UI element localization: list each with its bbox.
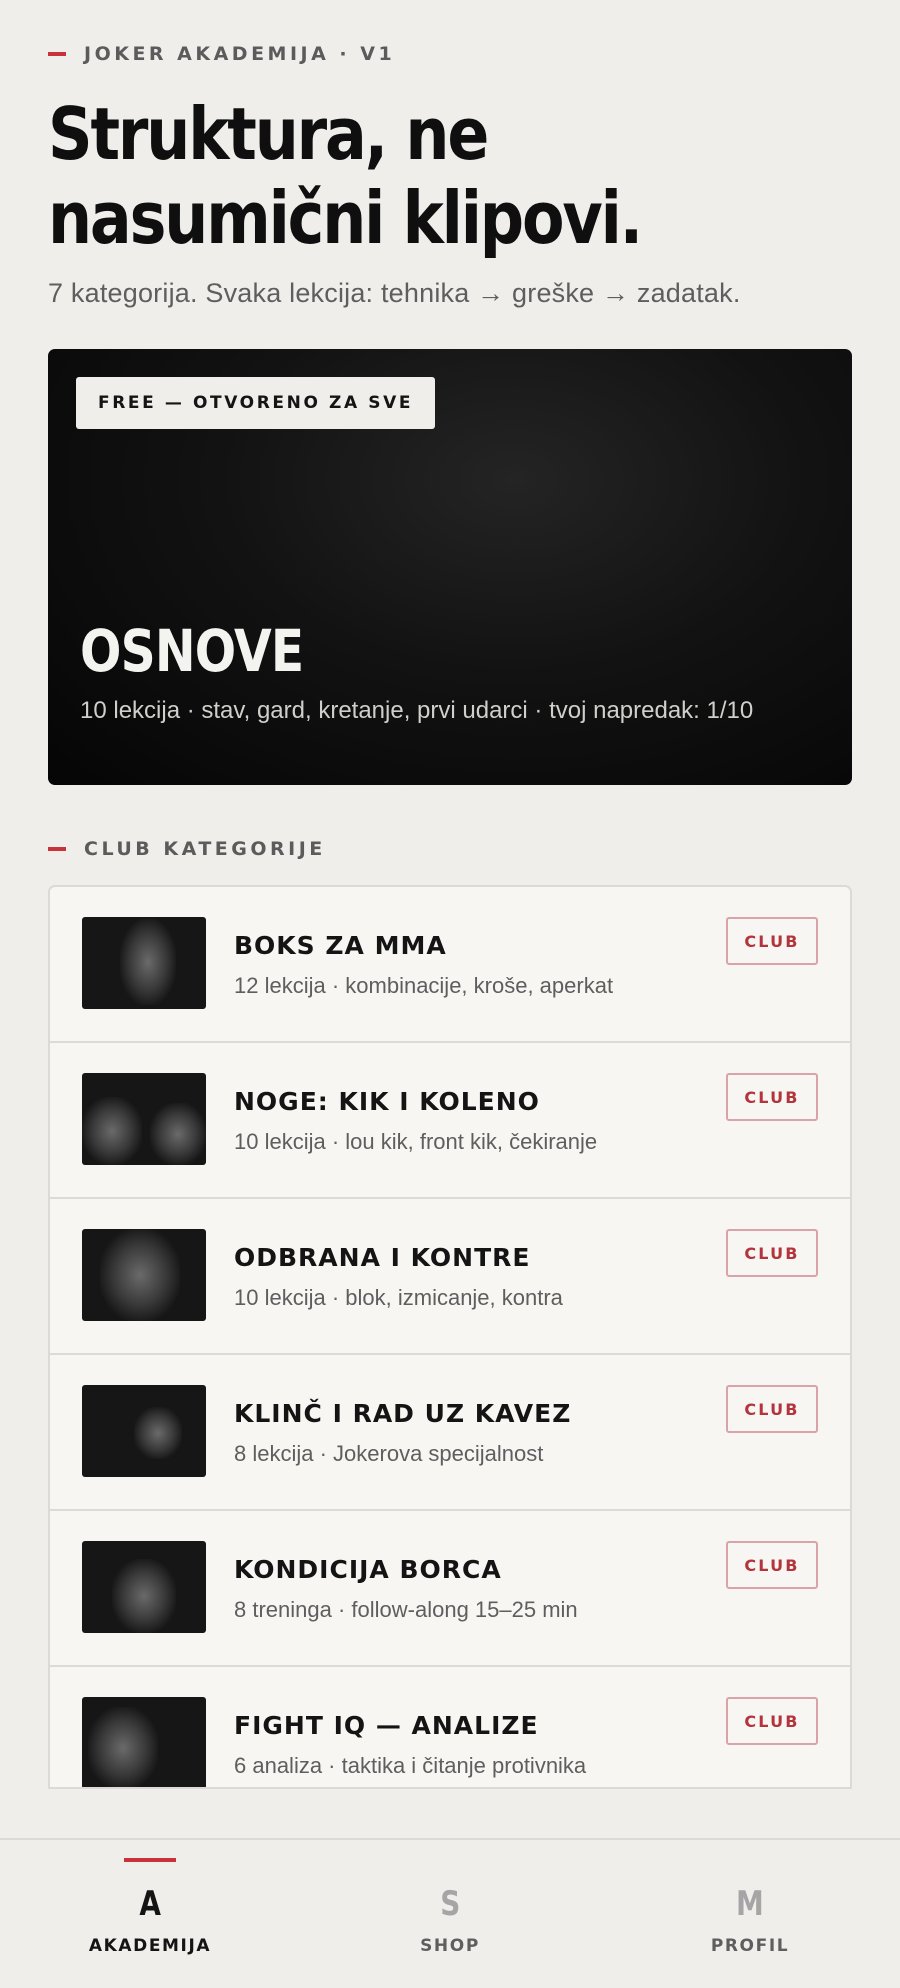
- category-row[interactable]: FIGHT IQ — ANALIZE 6 analiza · taktika i…: [50, 1667, 850, 1787]
- nav-tab-shop[interactable]: S SHOP: [300, 1840, 600, 1988]
- accent-dash: [48, 847, 66, 851]
- club-badge[interactable]: CLUB: [726, 917, 818, 965]
- shop-icon: S: [439, 1884, 461, 1924]
- category-thumbnail: [82, 1697, 206, 1787]
- club-badge[interactable]: CLUB: [726, 1229, 818, 1277]
- club-badge[interactable]: CLUB: [726, 1385, 818, 1433]
- nav-tab-label: PROFIL: [710, 1936, 790, 1956]
- free-badge: FREE — OTVORENO ZA SVE: [76, 377, 436, 429]
- club-badge[interactable]: CLUB: [726, 1073, 818, 1121]
- category-title: FIGHT IQ — ANALIZE: [234, 1711, 539, 1740]
- club-section-header: CLUB KATEGORIJE: [48, 835, 852, 863]
- featured-category-meta: 10 lekcija · stav, gard, kretanje, prvi …: [80, 697, 754, 724]
- featured-category-title: OSNOVE: [80, 617, 304, 685]
- category-title: KONDICIJA BORCA: [234, 1555, 502, 1584]
- page-title: Struktura, ne nasumični klipovi.: [48, 92, 643, 260]
- category-thumbnail: [82, 1541, 206, 1633]
- page: JOKER AKADEMIJA · V1 Struktura, ne nasum…: [0, 40, 900, 1789]
- category-title: KLINČ I RAD UZ KAVEZ: [234, 1399, 572, 1428]
- category-row[interactable]: ODBRANA I KONTRE 10 lekcija · blok, izmi…: [50, 1199, 850, 1355]
- page-subtitle: 7 kategorija. Svaka lekcija: tehnika → g…: [48, 278, 741, 308]
- category-meta: 12 lekcija · kombinacije, kroše, aperkat: [234, 973, 614, 998]
- nav-tab-akademija[interactable]: A AKADEMIJA: [0, 1840, 300, 1988]
- category-meta: 8 treninga · follow-along 15–25 min: [234, 1597, 578, 1622]
- category-thumbnail: [82, 917, 206, 1009]
- club-badge[interactable]: CLUB: [726, 1541, 818, 1589]
- club-badge[interactable]: CLUB: [726, 1697, 818, 1745]
- category-meta: 8 lekcija · Jokerova specijalnost: [234, 1441, 544, 1466]
- app-eyebrow: JOKER AKADEMIJA · V1: [48, 40, 852, 68]
- accent-dash: [48, 52, 66, 56]
- nav-tab-profil[interactable]: M PROFIL: [600, 1840, 900, 1988]
- active-tab-indicator: [124, 1858, 176, 1862]
- category-row[interactable]: KONDICIJA BORCA 8 treninga · follow-alon…: [50, 1511, 850, 1667]
- akademija-icon: A: [139, 1884, 161, 1924]
- category-thumbnail: [82, 1385, 206, 1477]
- nav-tab-label: SHOP: [420, 1936, 480, 1956]
- category-thumbnail: [82, 1073, 206, 1165]
- category-title: NOGE: KIK I KOLENO: [234, 1087, 540, 1116]
- category-title: ODBRANA I KONTRE: [234, 1243, 531, 1272]
- category-row[interactable]: NOGE: KIK I KOLENO 10 lekcija · lou kik,…: [50, 1043, 850, 1199]
- category-meta: 6 analiza · taktika i čitanje protivnika: [234, 1753, 587, 1778]
- featured-category-card-osnove[interactable]: FREE — OTVORENO ZA SVE OSNOVE 10 lekcija…: [48, 349, 852, 785]
- bottom-nav: A AKADEMIJA S SHOP M PROFIL: [0, 1838, 900, 1988]
- app-eyebrow-label: JOKER AKADEMIJA · V1: [84, 43, 396, 65]
- category-meta: 10 lekcija · blok, izmicanje, kontra: [234, 1285, 563, 1310]
- nav-tab-label: AKADEMIJA: [88, 1936, 212, 1956]
- category-row[interactable]: BOKS ZA MMA 12 lekcija · kombinacije, kr…: [50, 887, 850, 1043]
- category-row[interactable]: KLINČ I RAD UZ KAVEZ 8 lekcija · Jokerov…: [50, 1355, 850, 1511]
- category-meta: 10 lekcija · lou kik, front kik, čekiran…: [234, 1129, 598, 1154]
- club-section-label: CLUB KATEGORIJE: [84, 838, 326, 860]
- category-title: BOKS ZA MMA: [234, 931, 447, 960]
- profil-icon: M: [736, 1884, 764, 1924]
- category-thumbnail: [82, 1229, 206, 1321]
- club-category-list: BOKS ZA MMA 12 lekcija · kombinacije, kr…: [48, 885, 852, 1789]
